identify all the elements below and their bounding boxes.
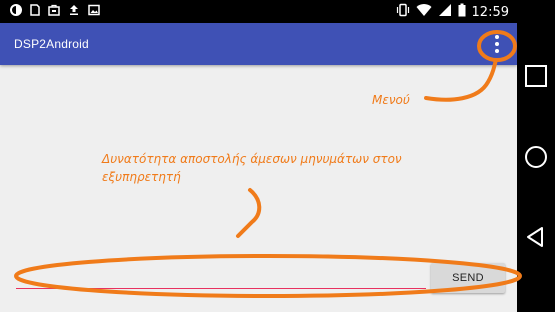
send-row-highlight-ellipse: [14, 254, 522, 298]
menu-arrow-stroke: [424, 58, 498, 102]
send-arrow-stroke: [236, 188, 262, 238]
send-annotation-label: Δυνατότητα αποστολής άμεσων μηνυμάτων στ…: [102, 152, 402, 184]
menu-highlight-ellipse: [477, 30, 517, 62]
menu-annotation-label: Μενού: [372, 93, 410, 107]
